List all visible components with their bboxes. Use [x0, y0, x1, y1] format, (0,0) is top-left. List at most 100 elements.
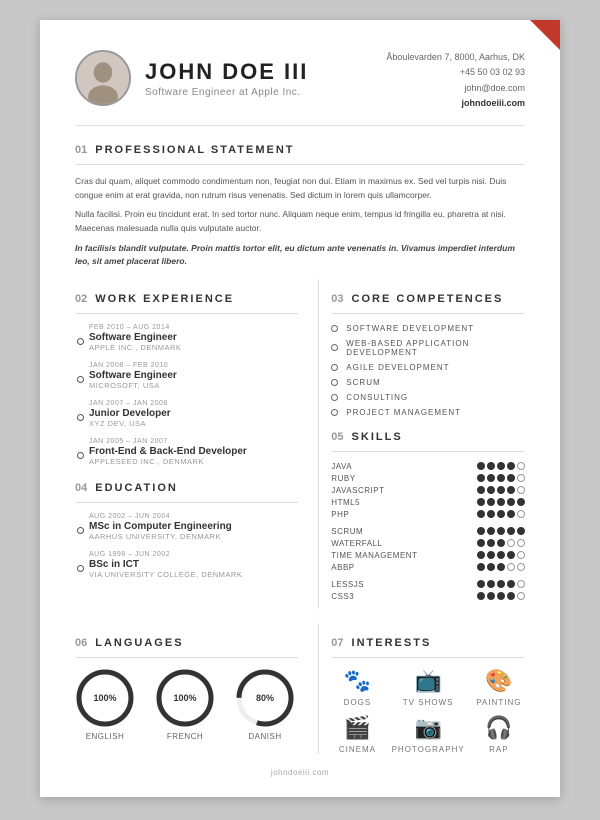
exp-title: Software Engineer [89, 332, 298, 343]
col-left: 02 WORK EXPERIENCE FEB 2010 – AUG 2014 S… [75, 279, 298, 609]
interest-label: TV SHOWS [403, 698, 454, 707]
dot-filled [487, 551, 495, 559]
core-items-list: SOFTWARE DEVELOPMENT WEB-BASED APPLICATI… [331, 324, 525, 417]
exp-circle-icon [77, 376, 84, 383]
interest-label: CINEMA [339, 745, 376, 754]
education-item: AUG 1998 – JUN 2002 BSc in ICT VIA UNIVE… [75, 551, 298, 579]
skill-name: SCRUM [331, 527, 421, 536]
interest-icon: 🎨 [485, 668, 512, 694]
lang-circle: 80% [235, 668, 295, 728]
dot-filled [497, 592, 505, 600]
interest-icon: 🎬 [344, 715, 371, 741]
dot-filled [477, 486, 485, 494]
comp-label: SCRUM [346, 378, 380, 387]
interest-icon: 🎧 [485, 715, 512, 741]
dot-filled [497, 510, 505, 518]
interest-label: DOGS [344, 698, 372, 707]
dot-filled [497, 486, 505, 494]
dot-filled [477, 563, 485, 571]
section-num-02: 02 [75, 293, 87, 305]
interests-grid: 🐾 DOGS 📺 TV SHOWS 🎨 PAINTING 🎬 CINEMA 📷 … [331, 668, 525, 754]
skills-group: SCRUM WATERFALL TIME MANAGEMENT ABBP [331, 527, 525, 572]
dot-empty [517, 563, 525, 571]
core-header: 03 CORE COMPETENCES [331, 293, 525, 305]
skill-name: ABBP [331, 563, 421, 572]
lang-circle: 100% [75, 668, 135, 728]
dot-filled [517, 527, 525, 535]
comp-label: PROJECT MANAGEMENT [346, 408, 461, 417]
comp-circle-icon [331, 344, 338, 351]
skill-item: RUBY [331, 474, 525, 483]
skill-item: TIME MANAGEMENT [331, 551, 525, 560]
interests-col: 07 INTERESTS 🐾 DOGS 📺 TV SHOWS 🎨 PAINTIN… [318, 623, 525, 754]
dot-filled [497, 563, 505, 571]
language-item: 100% FRENCH [155, 668, 215, 741]
work-header: 02 WORK EXPERIENCE [75, 293, 298, 305]
skill-name: JAVA [331, 462, 421, 471]
phone: +45 50 03 02 93 [386, 65, 525, 80]
languages-row: 100% ENGLISH 100% FRENCH 80% DANISH [75, 668, 298, 741]
dot-filled [487, 580, 495, 588]
skill-dots [477, 462, 525, 470]
dot-filled [487, 563, 495, 571]
interest-label: PHOTOGRAPHY [392, 745, 465, 754]
skills-group: JAVA RUBY JAVASCRIPT HTML5 PHP [331, 462, 525, 519]
edu-circle-icon [77, 527, 84, 534]
comp-label: WEB-BASED APPLICATION DEVELOPMENT [346, 339, 525, 357]
dot-filled [497, 551, 505, 559]
interests-header: 07 INTERESTS [331, 637, 525, 649]
exp-date: JAN 2008 – FEB 2010 [89, 362, 298, 369]
skill-name: RUBY [331, 474, 421, 483]
competence-item: CONSULTING [331, 393, 525, 402]
dot-empty [517, 592, 525, 600]
header-right: Åboulevarden 7, 8000, Aarhus, DK +45 50 … [386, 50, 525, 111]
interest-icon: 📺 [414, 668, 441, 694]
dot-empty [507, 563, 515, 571]
dot-filled [507, 592, 515, 600]
interest-label: RAP [489, 745, 508, 754]
skill-dots [477, 539, 525, 547]
edu-circle-icon [77, 565, 84, 572]
lang-name: FRENCH [167, 732, 203, 741]
comp-circle-icon [331, 325, 338, 332]
address: Åboulevarden 7, 8000, Aarhus, DK [386, 50, 525, 65]
section-num-01: 01 [75, 144, 87, 156]
section-num-06: 06 [75, 637, 87, 649]
interest-item: 🎧 RAP [473, 715, 525, 754]
exp-circle-icon [77, 338, 84, 345]
lang-percent: 100% [173, 693, 196, 703]
interest-item: 📷 PHOTOGRAPHY [392, 715, 465, 754]
competence-item: SCRUM [331, 378, 525, 387]
dot-filled [477, 510, 485, 518]
dot-filled [507, 474, 515, 482]
exp-title: Front-End & Back-End Developer [89, 446, 298, 457]
name-block: JOHN DOE III Software Engineer at Apple … [145, 59, 308, 98]
dot-filled [507, 580, 515, 588]
divider-professional [75, 164, 525, 165]
section-num-04: 04 [75, 482, 87, 494]
skill-item: PHP [331, 510, 525, 519]
lang-interests-row: 06 LANGUAGES 100% ENGLISH 100% FRENCH [75, 623, 525, 754]
education-header: 04 EDUCATION [75, 482, 298, 494]
lang-circle: 100% [155, 668, 215, 728]
dot-empty [507, 539, 515, 547]
education-items-list: AUG 2002 – JUN 2004 MSc in Computer Engi… [75, 513, 298, 579]
full-name: JOHN DOE III [145, 59, 308, 85]
exp-date: FEB 2010 – AUG 2014 [89, 324, 298, 331]
two-col-layout: 02 WORK EXPERIENCE FEB 2010 – AUG 2014 S… [75, 279, 525, 609]
lang-name: DANISH [248, 732, 281, 741]
skill-item: SCRUM [331, 527, 525, 536]
languages-col: 06 LANGUAGES 100% ENGLISH 100% FRENCH [75, 623, 298, 754]
skill-dots [477, 580, 525, 588]
divider-languages [75, 657, 298, 658]
exp-company: XYZ DEV, USA [89, 419, 298, 428]
divider-skills [331, 451, 525, 452]
work-item: JAN 2005 – JAN 2007 Front-End & Back-End… [75, 438, 298, 466]
dot-filled [497, 498, 505, 506]
professional-para2: Nulla facilisi. Proin eu tincidunt erat.… [75, 208, 525, 235]
dot-empty [517, 486, 525, 494]
dot-filled [507, 462, 515, 470]
dot-filled [487, 592, 495, 600]
dot-filled [477, 527, 485, 535]
exp-date: JAN 2005 – JAN 2007 [89, 438, 298, 445]
